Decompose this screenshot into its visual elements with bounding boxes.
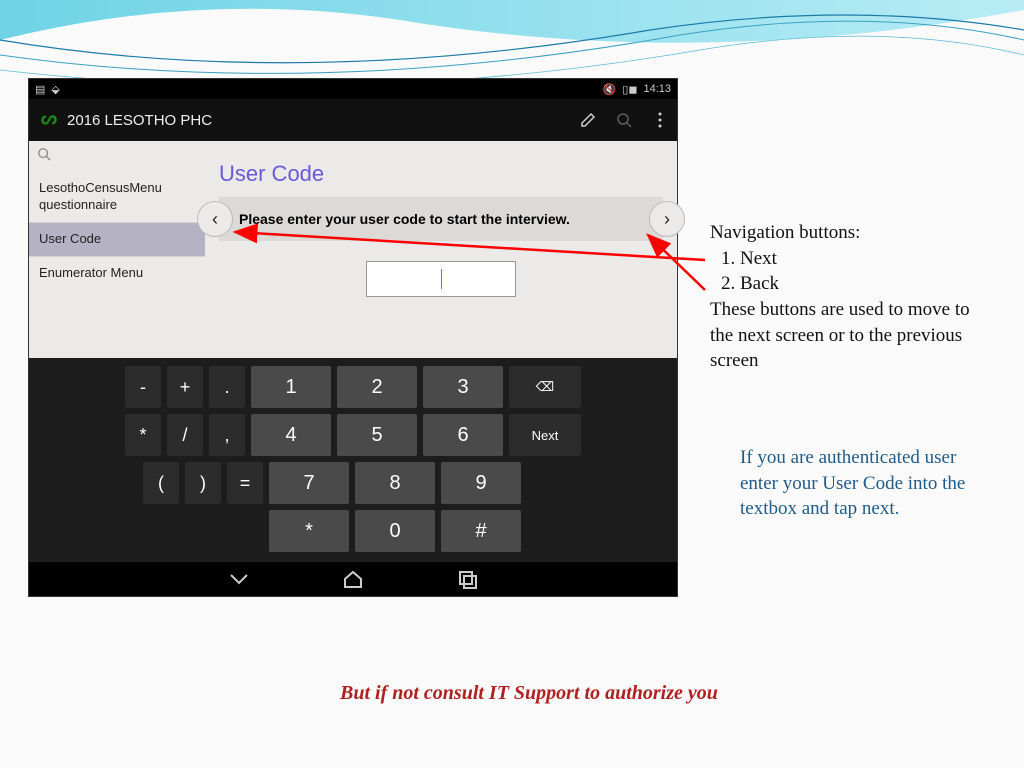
nav-hide-keyboard-icon[interactable] — [227, 567, 251, 591]
sidebar-item-enumerator[interactable]: Enumerator Menu — [29, 256, 205, 290]
clock: 14:13 — [643, 83, 671, 95]
key-star2[interactable]: * — [269, 510, 349, 552]
app-logo-icon: ᔕ — [37, 108, 61, 132]
android-navbar — [29, 562, 677, 596]
key-hash[interactable]: # — [441, 510, 521, 552]
tablet-screenshot: ▤ ⬙ 🔇 ▯◼ 14:13 ᔕ 2016 LESOTHO PHC — [28, 78, 678, 597]
mute-icon: 🔇 — [603, 83, 617, 96]
key-lparen[interactable]: ( — [143, 462, 179, 504]
key-5[interactable]: 5 — [337, 414, 417, 456]
key-0[interactable]: 0 — [355, 510, 435, 552]
key-1[interactable]: 1 — [251, 366, 331, 408]
android-statusbar: ▤ ⬙ 🔇 ▯◼ 14:13 — [29, 79, 677, 99]
nav-next-button[interactable]: › — [649, 201, 685, 237]
text-cursor — [441, 269, 442, 289]
key-backspace[interactable]: ⌫ — [509, 366, 581, 408]
overflow-menu-icon[interactable] — [651, 111, 669, 129]
key-star[interactable]: * — [125, 414, 161, 456]
key-4[interactable]: 4 — [251, 414, 331, 456]
key-plus[interactable]: + — [167, 366, 203, 408]
key-rparen[interactable]: ) — [185, 462, 221, 504]
key-dot[interactable]: . — [209, 366, 245, 408]
app-toolbar: ᔕ 2016 LESOTHO PHC — [29, 99, 677, 141]
key-7[interactable]: 7 — [269, 462, 349, 504]
sidebar-item-questionnaire[interactable]: LesothoCensusMenu questionnaire — [29, 172, 205, 222]
key-2[interactable]: 2 — [337, 366, 417, 408]
key-slash[interactable]: / — [167, 414, 203, 456]
annotation-nav: Navigation buttons: Next Back These butt… — [710, 220, 990, 374]
notification-icon: ▤ — [35, 83, 45, 96]
app-title: 2016 LESOTHO PHC — [67, 112, 579, 129]
sidebar-search-icon[interactable] — [29, 141, 205, 172]
battery-icon: ▯◼ — [622, 83, 637, 96]
section-title: User Code — [219, 161, 663, 187]
annotation-auth: If you are authenticated user enter your… — [740, 445, 990, 522]
annotation-nav-item2: Back — [740, 271, 990, 297]
key-9[interactable]: 9 — [441, 462, 521, 504]
key-next[interactable]: Next — [509, 414, 581, 456]
nav-back-button[interactable]: ‹ — [197, 201, 233, 237]
nav-recent-icon[interactable] — [455, 567, 479, 591]
user-code-input[interactable] — [366, 261, 516, 297]
key-8[interactable]: 8 — [355, 462, 435, 504]
nav-home-icon[interactable] — [341, 567, 365, 591]
annotation-warning: But if not consult IT Support to authori… — [340, 682, 718, 705]
sync-icon: ⬙ — [51, 83, 59, 96]
annotation-nav-body: These buttons are used to move to the ne… — [710, 297, 990, 374]
key-comma[interactable]: , — [209, 414, 245, 456]
key-6[interactable]: 6 — [423, 414, 503, 456]
sidebar: LesothoCensusMenu questionnaire User Cod… — [29, 141, 205, 358]
prompt-text: Please enter your user code to start the… — [219, 197, 663, 241]
sidebar-item-user-code[interactable]: User Code — [29, 222, 205, 256]
edit-icon[interactable] — [579, 111, 597, 129]
key-minus[interactable]: - — [125, 366, 161, 408]
key-equals[interactable]: = — [227, 462, 263, 504]
annotation-nav-title: Navigation buttons: — [710, 220, 990, 246]
numeric-keypad: - + . 1 2 3 ⌫ * / , 4 5 6 Next ( ) = — [29, 358, 677, 562]
annotation-nav-item1: Next — [740, 246, 990, 272]
key-3[interactable]: 3 — [423, 366, 503, 408]
search-icon[interactable] — [615, 111, 633, 129]
main-pane: User Code ‹ Please enter your user code … — [205, 141, 677, 358]
